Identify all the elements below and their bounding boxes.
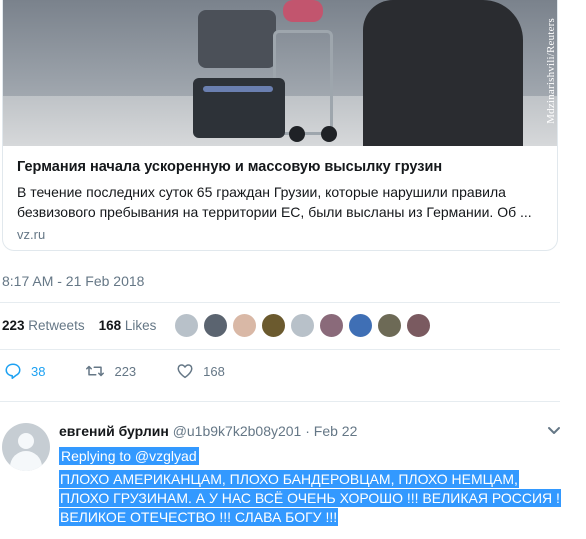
avatar[interactable] <box>2 423 50 471</box>
reply-text: ПЛОХО АМЕРИКАНЦАМ, ПЛОХО БАНДЕРОВЦАМ, ПЛ… <box>59 470 561 526</box>
liker-avatar-default[interactable] <box>290 313 315 338</box>
liker-avatar[interactable] <box>406 313 431 338</box>
retweets-count: 223 <box>2 318 25 333</box>
retweets-label: Retweets <box>28 318 85 333</box>
image-suitcase-stripe <box>203 86 273 92</box>
image-pink-item <box>283 0 323 22</box>
image-cart-wheel <box>289 126 305 142</box>
retweet-count: 223 <box>114 363 137 379</box>
tweet-timestamp[interactable]: 8:17 AM - 21 Feb 2018 <box>2 273 144 289</box>
photo-credit: Mdzinarishvili/Reuters <box>545 18 557 124</box>
heart-icon <box>177 364 193 379</box>
reply-author-handle[interactable]: @u1b9k7k2b08y201 <box>173 423 302 439</box>
reply-icon <box>5 363 21 380</box>
liker-avatar-default[interactable] <box>174 313 199 338</box>
card-description: В течение последних суток 65 граждан Гру… <box>17 184 532 220</box>
image-person <box>363 0 523 146</box>
liker-avatars <box>174 313 435 338</box>
liker-avatar[interactable] <box>261 313 286 338</box>
like-action[interactable]: 168 <box>176 362 225 380</box>
image-cart-wheel <box>321 126 337 142</box>
reply-header: евгений бурлин @u1b9k7k2b08y201 · Feb 22 <box>59 423 357 439</box>
liker-avatar[interactable] <box>377 313 402 338</box>
avatar-body <box>10 451 42 471</box>
divider <box>0 302 560 303</box>
card-domain: vz.ru <box>17 227 46 242</box>
separator-dot: · <box>305 423 310 439</box>
card-text: Германия начала ускоренную и массовую вы… <box>17 158 547 242</box>
retweet-icon <box>86 365 105 377</box>
divider <box>0 349 560 350</box>
liker-avatar[interactable] <box>232 313 257 338</box>
like-count: 168 <box>203 363 225 379</box>
replying-to[interactable]: Replying to @vzglyad <box>59 447 199 465</box>
reply-count: 38 <box>31 363 46 379</box>
image-suitcase-bottom <box>193 78 285 138</box>
tweet-actions: 38 223 168 <box>4 362 225 380</box>
likes-count: 168 <box>98 318 122 333</box>
retweet-action[interactable]: 223 <box>85 362 136 380</box>
divider <box>0 401 560 402</box>
liker-avatar[interactable] <box>203 313 228 338</box>
card-title[interactable]: Германия начала ускоренную и массовую вы… <box>17 158 547 176</box>
likes-label: Likes <box>124 318 157 333</box>
reply-text-container: ПЛОХО АМЕРИКАНЦАМ, ПЛОХО БАНДЕРОВЦАМ, ПЛ… <box>59 470 564 527</box>
reply-date[interactable]: Feb 22 <box>314 423 358 439</box>
card-image[interactable]: Mdzinarishvili/Reuters <box>3 0 557 146</box>
avatar-head <box>18 433 34 449</box>
likes-stat[interactable]: 168 Likes <box>99 318 157 333</box>
retweets-stat[interactable]: 223 Retweets <box>2 318 85 333</box>
image-suitcase-top <box>198 10 276 68</box>
link-card[interactable]: Mdzinarishvili/Reuters Германия начала у… <box>2 0 558 251</box>
chevron-down-icon[interactable] <box>547 426 561 436</box>
liker-avatar[interactable] <box>319 313 344 338</box>
tweet-stats: 223 Retweets 168 Likes <box>2 318 156 333</box>
liker-avatar[interactable] <box>348 313 373 338</box>
reply-action[interactable]: 38 <box>4 362 45 380</box>
reply-author-name[interactable]: евгений бурлин <box>59 423 169 439</box>
